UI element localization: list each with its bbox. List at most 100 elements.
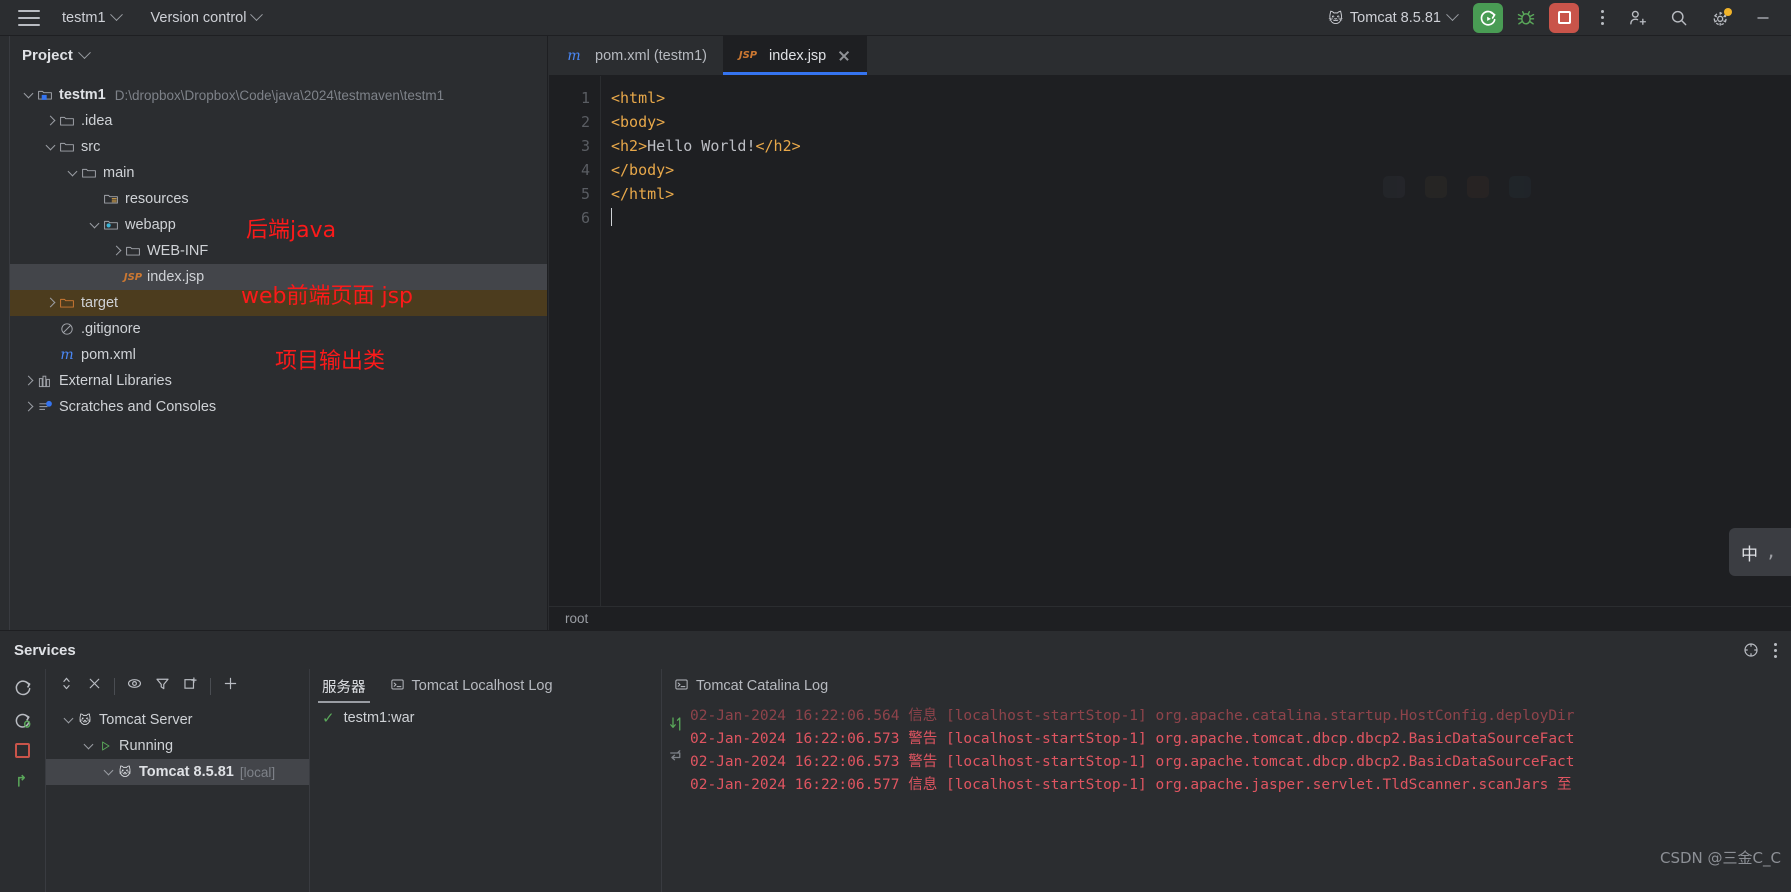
tree-node-src[interactable]: src xyxy=(10,134,547,160)
tree-node-label: target xyxy=(81,295,119,311)
tree-node-webapp[interactable]: webapp xyxy=(10,212,547,238)
folder-icon xyxy=(58,113,76,129)
project-tool-window: Project testm1 D:\dropbox\Dropbox\Code\ja… xyxy=(10,36,548,630)
chevron-right-icon[interactable] xyxy=(22,374,36,388)
debug-button[interactable] xyxy=(1511,3,1541,33)
tree-node-target[interactable]: target xyxy=(10,290,547,316)
code-line xyxy=(611,206,1791,230)
chevron-down-icon[interactable] xyxy=(22,88,36,102)
project-panel-header[interactable]: Project xyxy=(10,36,547,74)
services-tab-1[interactable]: Tomcat Localhost Log xyxy=(378,669,565,703)
add-icon[interactable] xyxy=(222,675,239,697)
chevron-down-icon[interactable] xyxy=(66,166,80,180)
run-configuration-selector[interactable]: 🐱 Tomcat 8.5.81 xyxy=(1320,5,1465,31)
rerun-button[interactable] xyxy=(1473,2,1503,33)
tree-node-label: resources xyxy=(125,191,189,207)
services-tree-node-tomcat-server[interactable]: 🐱 Tomcat Server xyxy=(46,707,309,733)
code-token: </body> xyxy=(611,161,675,179)
log-rail xyxy=(662,703,690,892)
stop-icon[interactable] xyxy=(15,743,30,758)
line-number: 1 xyxy=(580,89,590,107)
hamburger-icon[interactable] xyxy=(18,9,40,26)
tree-node-label: Scratches and Consoles xyxy=(59,399,217,415)
tool-window-strip[interactable] xyxy=(0,36,10,630)
folder-icon xyxy=(80,165,98,181)
expand-collapse-icon[interactable] xyxy=(58,675,75,697)
ime-indicator[interactable]: 中 , xyxy=(1729,528,1791,576)
redeploy-icon[interactable] xyxy=(13,771,33,791)
code-editor[interactable]: 1 2 3 4 5 6 <html> <body> <h2>Hello World!</h2>… xyxy=(549,76,1791,606)
chevron-right-icon[interactable] xyxy=(110,244,124,258)
settings-button[interactable] xyxy=(1701,0,1741,36)
stop-button[interactable] xyxy=(1549,2,1579,33)
tree-node-web-inf[interactable]: WEB-INF xyxy=(10,238,547,264)
kebab-menu-icon xyxy=(1600,10,1604,25)
services-tree: 🐱 Tomcat Server Running 🐱 Tomcat 8.5.81 [loca… xyxy=(46,703,309,785)
main-toolbar: testm1 Version control 🐱 Tomcat 8.5.81 xyxy=(0,0,1791,36)
tree-node-label: WEB-INF xyxy=(147,243,209,259)
tree-node-pom-xml[interactable]: m pom.xml xyxy=(10,342,547,368)
chevron-right-icon[interactable] xyxy=(44,296,58,310)
stop-icon xyxy=(1557,11,1571,24)
filter-icon[interactable] xyxy=(154,675,171,697)
editor-tab-pom-xml[interactable]: m pom.xml (testm1) xyxy=(549,36,723,75)
chevron-down-icon[interactable] xyxy=(62,713,76,727)
minimize-icon xyxy=(1757,16,1769,19)
rerun-debug-icon[interactable] xyxy=(13,710,33,730)
chevron-right-icon[interactable] xyxy=(44,114,58,128)
services-tab-label: Tomcat Localhost Log xyxy=(411,678,553,694)
tree-node-testm1[interactable]: testm1 D:\dropbox\Dropbox\Code\java\2024\… xyxy=(10,82,547,108)
rerun-icon[interactable] xyxy=(13,677,33,697)
services-header-actions xyxy=(1742,641,1777,659)
more-actions-button[interactable] xyxy=(1587,3,1617,33)
soft-wrap-icon[interactable] xyxy=(667,747,685,765)
tree-node--gitignore[interactable]: .gitignore xyxy=(10,316,547,342)
close-icon[interactable] xyxy=(837,49,851,63)
minimize-button[interactable] xyxy=(1743,0,1783,36)
breadcrumb[interactable]: root xyxy=(549,606,1791,630)
code-content[interactable]: <html> <body> <h2>Hello World!</h2> </body>… xyxy=(601,76,1791,606)
add-user-button[interactable] xyxy=(1617,0,1657,36)
log-output[interactable]: 02-Jan-2024 16:22:06.564 信息 [localhost-s… xyxy=(690,703,1791,892)
tomcat-icon: 🐱 xyxy=(118,765,132,779)
services-tab-2[interactable]: Tomcat Catalina Log xyxy=(662,669,840,703)
close-icon[interactable] xyxy=(86,675,103,697)
tree-node-index-jsp[interactable]: JSP index.jsp xyxy=(10,264,547,290)
services-options-icon[interactable] xyxy=(1774,642,1777,658)
chevron-down-icon[interactable] xyxy=(88,218,102,232)
version-control-label: Version control xyxy=(150,9,247,26)
inspect-icon[interactable] xyxy=(126,675,143,697)
project-name-label: testm1 xyxy=(62,9,106,26)
services-tab-label: 服务器 xyxy=(322,679,366,696)
tree-node-resources[interactable]: resources xyxy=(10,186,547,212)
new-tab-icon[interactable] xyxy=(182,675,199,697)
services-tree-node-tomcat-8-5-81[interactable]: 🐱 Tomcat 8.5.81 [local] xyxy=(46,759,309,785)
project-name-dropdown[interactable]: testm1 xyxy=(54,5,129,31)
chevron-down-icon[interactable] xyxy=(82,739,96,753)
tree-node-main[interactable]: main xyxy=(10,160,547,186)
tree-node--idea[interactable]: .idea xyxy=(10,108,547,134)
services-tree-node-running[interactable]: Running xyxy=(46,733,309,759)
tree-node-external-libraries[interactable]: External Libraries xyxy=(10,368,547,394)
bug-icon xyxy=(1517,10,1535,25)
tree-node-label: src xyxy=(81,139,101,155)
search-button[interactable] xyxy=(1659,0,1699,36)
chevron-down-icon[interactable] xyxy=(102,765,116,779)
scroll-to-end-icon[interactable] xyxy=(667,715,685,733)
watermark: CSDN @三金C_C xyxy=(1660,849,1781,867)
services-tree-label: Tomcat 8.5.81 xyxy=(139,764,234,780)
help-icon[interactable] xyxy=(1742,641,1760,659)
deployment-label: testm1:war xyxy=(343,710,415,726)
editor-tab-index-jsp[interactable]: JSP index.jsp xyxy=(723,36,868,75)
tree-node-scratches-and-consoles[interactable]: Scratches and Consoles xyxy=(10,394,547,420)
chevron-right-icon[interactable] xyxy=(22,400,36,414)
deployment-item[interactable]: ✓ testm1:war xyxy=(310,703,661,733)
chevron-down-icon xyxy=(1446,8,1459,22)
services-header: Services xyxy=(0,631,1791,669)
version-control-dropdown[interactable]: Version control xyxy=(143,5,270,31)
services-tab-0[interactable]: 服务器 xyxy=(310,669,378,703)
tree-node-label: pom.xml xyxy=(81,347,136,363)
code-token: <h2> xyxy=(611,137,648,155)
chevron-down-icon[interactable] xyxy=(44,140,58,154)
